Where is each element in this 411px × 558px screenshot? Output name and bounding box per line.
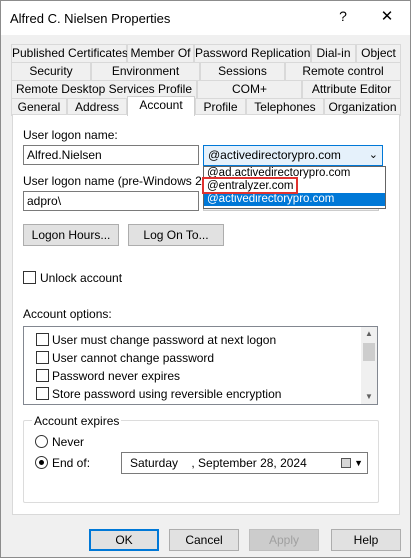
scroll-up-icon[interactable]: ▲ [361, 327, 377, 341]
highlight-annotation [202, 177, 298, 194]
chevron-down-icon[interactable]: ⌄ [369, 146, 378, 165]
tab-attribute-editor[interactable]: Attribute Editor [302, 80, 401, 98]
tab-account[interactable]: Account [127, 96, 195, 116]
account-expires-label: Account expires [32, 414, 122, 428]
calendar-icon[interactable] [341, 458, 351, 468]
scroll-down-icon[interactable]: ▼ [361, 390, 377, 404]
never-radio[interactable] [35, 435, 48, 448]
log-on-to-button[interactable]: Log On To... [128, 224, 224, 246]
tab-com-plus[interactable]: COM+ [197, 80, 302, 98]
logon-hours-button[interactable]: Logon Hours... [23, 224, 119, 246]
ok-button[interactable]: OK [89, 529, 159, 551]
window-title: Alfred C. Nielsen Properties [10, 11, 171, 26]
end-of-radio[interactable] [35, 456, 48, 469]
pre2000-domain-input[interactable]: adpro\ [23, 191, 199, 211]
tab-published-certificates[interactable]: Published Certificates [11, 44, 128, 62]
properties-dialog: Alfred C. Nielsen Properties ? ✕ Publish… [0, 0, 411, 558]
option-label: User cannot change password [52, 351, 215, 365]
tab-dial-in[interactable]: Dial-in [311, 44, 356, 62]
option-checkbox[interactable] [36, 351, 49, 364]
dropdown-option[interactable]: @activedirectorypro.com [204, 193, 385, 206]
tab-security[interactable]: Security [11, 62, 91, 80]
title-bar: Alfred C. Nielsen Properties ? ✕ [1, 1, 410, 35]
option-checkbox[interactable] [36, 387, 49, 400]
tab-member-of[interactable]: Member Of [127, 44, 194, 62]
help-icon[interactable]: ? [332, 8, 354, 28]
option-label: Password never expires [52, 369, 181, 383]
pre2000-label: User logon name (pre-Windows 2000): [23, 174, 230, 188]
option-label: User must change password at next logon [52, 333, 277, 347]
tab-password-replication[interactable]: Password Replication [194, 44, 311, 62]
end-of-date-value: Saturday , September 28, 2024 [130, 456, 307, 470]
unlock-account-checkbox[interactable] [23, 271, 36, 284]
upn-suffix-selected: @activedirectorypro.com [208, 148, 341, 162]
tab-object[interactable]: Object [356, 44, 401, 62]
logon-name-label: User logon name: [23, 128, 118, 142]
apply-button[interactable]: Apply [249, 529, 319, 551]
account-options-label: Account options: [23, 307, 112, 321]
account-options-list[interactable]: User must change password at next logon … [23, 326, 378, 405]
chevron-down-icon[interactable]: ▼ [354, 453, 363, 473]
upn-suffix-combobox[interactable]: @activedirectorypro.com ⌄ [203, 145, 383, 166]
tab-environment[interactable]: Environment [91, 62, 200, 80]
vertical-scrollbar[interactable]: ▲ ▼ [361, 327, 377, 404]
close-icon[interactable]: ✕ [375, 7, 399, 29]
tab-sessions[interactable]: Sessions [200, 62, 285, 80]
unlock-account-label: Unlock account [40, 271, 123, 285]
option-label: Store password using reversible encrypti… [52, 387, 282, 401]
end-of-date-picker[interactable]: Saturday , September 28, 2024 ▼ [121, 452, 368, 474]
logon-name-input[interactable]: Alfred.Nielsen [23, 145, 199, 165]
cancel-button[interactable]: Cancel [169, 529, 239, 551]
option-checkbox[interactable] [36, 333, 49, 346]
scroll-thumb[interactable] [363, 343, 375, 361]
option-checkbox[interactable] [36, 369, 49, 382]
never-label: Never [52, 435, 85, 449]
help-button[interactable]: Help [331, 529, 401, 551]
end-of-label: End of: [52, 456, 91, 470]
tab-remote-control[interactable]: Remote control [285, 62, 401, 80]
